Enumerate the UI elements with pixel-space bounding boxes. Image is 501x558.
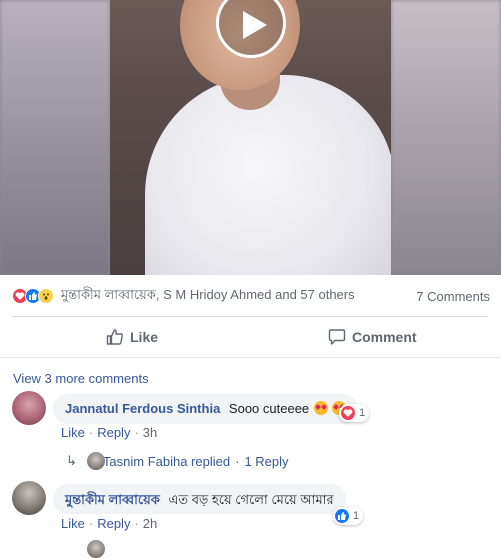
- avatar: [87, 540, 105, 558]
- comment-label: Comment: [352, 329, 417, 345]
- like-reaction-icon: [335, 509, 349, 523]
- comment-reply-link[interactable]: Reply: [97, 516, 130, 531]
- comment-reaction-badge[interactable]: 1: [333, 507, 364, 525]
- video-subject-shirt: [145, 75, 391, 275]
- comment-time[interactable]: 2h: [143, 516, 157, 531]
- view-more-comments-link[interactable]: View 3 more comments: [13, 371, 149, 386]
- separator: ·: [88, 425, 94, 440]
- like-icon: [106, 329, 123, 345]
- separator: ·: [235, 453, 240, 469]
- separator: ·: [88, 516, 94, 531]
- avatar[interactable]: [12, 391, 46, 425]
- comment-author[interactable]: মুন্তাকীম লাব্বায়েক: [65, 492, 160, 507]
- comment-bubble: মুন্তাকীম লাব্বায়েক এত বড় হয়ে গেলো মে…: [53, 484, 346, 514]
- play-icon: [243, 11, 267, 39]
- avatar: [87, 452, 105, 470]
- comment-reply-link[interactable]: Reply: [97, 425, 130, 440]
- comment-icon: [328, 329, 346, 345]
- avatar[interactable]: [12, 481, 46, 515]
- reply-count: 1 Reply: [244, 453, 289, 469]
- comment-actions: Like · Reply · 3h: [61, 425, 157, 440]
- comment-count[interactable]: 7 Comments: [416, 289, 490, 304]
- like-button[interactable]: Like: [106, 324, 158, 350]
- reaction-summary: মুন্তাকীম লাব্বায়েক, S M Hridoy Ahmed a…: [12, 285, 490, 307]
- reply-arrow-icon: ↳: [66, 453, 77, 468]
- comment-like-link[interactable]: Like: [61, 425, 85, 440]
- comment-actions: Like · Reply · 2h: [61, 516, 157, 531]
- comment-button[interactable]: Comment: [328, 324, 417, 350]
- comment-author[interactable]: Jannatul Ferdous Sinthia: [65, 401, 220, 416]
- heart-eyes-emoji-icon: [313, 401, 328, 415]
- separator: ·: [134, 425, 139, 440]
- video-blur-left: [0, 0, 110, 275]
- comment-text: Sooo cuteeee: [228, 401, 310, 416]
- reaction-count: 1: [359, 407, 366, 419]
- video-player[interactable]: [0, 0, 501, 275]
- comment-bubble: Jannatul Ferdous Sinthia Sooo cuteeee: [53, 394, 359, 424]
- replier-name: Tasnim Fabiha replied: [102, 453, 231, 469]
- comment-reaction-badge[interactable]: 1: [339, 404, 370, 422]
- separator: ·: [134, 516, 139, 531]
- comment-text: এত বড় হয়ে গেলো মেয়ে আমার: [168, 492, 334, 507]
- reaction-count: 1: [353, 510, 360, 522]
- wow-reaction-icon: [38, 288, 54, 304]
- comment-time[interactable]: 3h: [143, 425, 157, 440]
- comment-like-link[interactable]: Like: [61, 516, 85, 531]
- love-reaction-icon: [341, 406, 355, 420]
- reaction-names[interactable]: মুন্তাকীম লাব্বায়েক, S M Hridoy Ahmed a…: [61, 286, 355, 307]
- video-blur-right: [391, 0, 501, 275]
- like-label: Like: [130, 329, 159, 345]
- reaction-icons[interactable]: [12, 288, 54, 304]
- divider: [12, 316, 488, 317]
